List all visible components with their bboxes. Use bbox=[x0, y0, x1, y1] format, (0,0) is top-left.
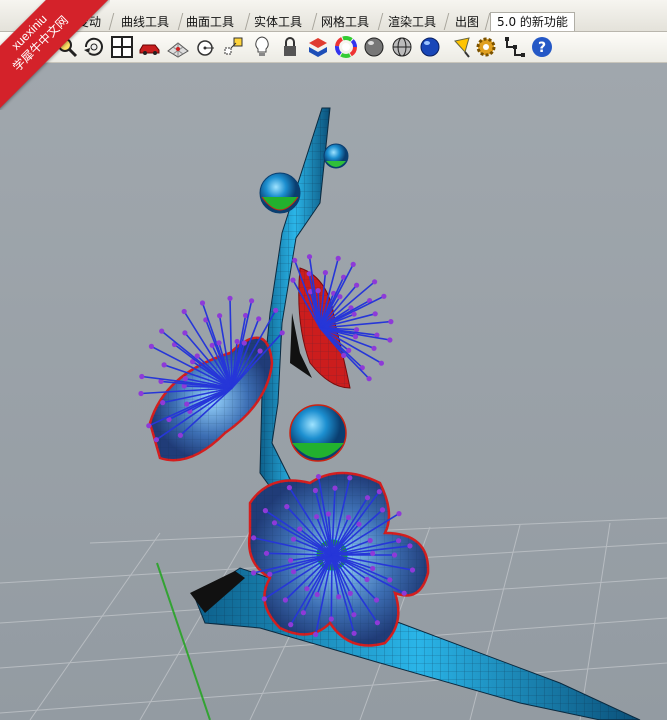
wire-sphere-icon[interactable] bbox=[390, 35, 414, 59]
flower-bud-middle bbox=[289, 404, 347, 462]
pen-paint-icon[interactable] bbox=[451, 35, 475, 59]
tab-render-tools[interactable]: 渲染工具 bbox=[388, 13, 436, 31]
tab-mesh-tools[interactable]: 网格工具 bbox=[321, 13, 369, 31]
zoom-window-icon[interactable] bbox=[55, 35, 79, 59]
tab-solid-tools[interactable]: 实体工具 bbox=[254, 13, 302, 31]
color-wheel-icon[interactable] bbox=[334, 35, 358, 59]
zoom-extents-icon[interactable] bbox=[26, 35, 50, 59]
main-toolbar: ? bbox=[0, 32, 667, 63]
tab-partial[interactable]: 性 bbox=[46, 13, 58, 31]
rotate-view-icon[interactable] bbox=[82, 35, 106, 59]
snap-points-icon[interactable] bbox=[503, 35, 527, 59]
ribbon-tab-bar: 性 变动 曲线工具 曲面工具 实体工具 网格工具 渲染工具 出图 5.0 的新功… bbox=[0, 0, 667, 32]
help-icon[interactable]: ? bbox=[530, 35, 554, 59]
shaded-sphere-icon[interactable] bbox=[362, 35, 386, 59]
four-viewports-icon[interactable] bbox=[110, 35, 134, 59]
gear-icon[interactable] bbox=[474, 35, 498, 59]
model-scene bbox=[0, 107, 667, 720]
perspective-viewport[interactable] bbox=[0, 63, 667, 720]
circle-point-icon[interactable] bbox=[194, 35, 218, 59]
gumball-icon[interactable] bbox=[222, 35, 246, 59]
svg-text:?: ? bbox=[538, 40, 546, 56]
bulb-icon[interactable] bbox=[250, 35, 274, 59]
tab-curve-tools[interactable]: 曲线工具 bbox=[121, 13, 169, 31]
flower-bud-upper bbox=[259, 172, 301, 214]
render-sphere-icon[interactable] bbox=[418, 35, 442, 59]
y-axis-line bbox=[156, 562, 211, 720]
grid-plane-icon[interactable] bbox=[166, 35, 190, 59]
car-icon[interactable] bbox=[138, 35, 162, 59]
flower-bud-top bbox=[323, 143, 349, 169]
tab-layout[interactable]: 出图 bbox=[455, 13, 479, 31]
tab-whats-new[interactable]: 5.0 的新功能 bbox=[490, 12, 575, 31]
layer-color-icon[interactable] bbox=[306, 35, 330, 59]
tab-surface-tools[interactable]: 曲面工具 bbox=[186, 13, 234, 31]
lock-icon[interactable] bbox=[278, 35, 302, 59]
tab-transform[interactable]: 变动 bbox=[77, 13, 101, 31]
